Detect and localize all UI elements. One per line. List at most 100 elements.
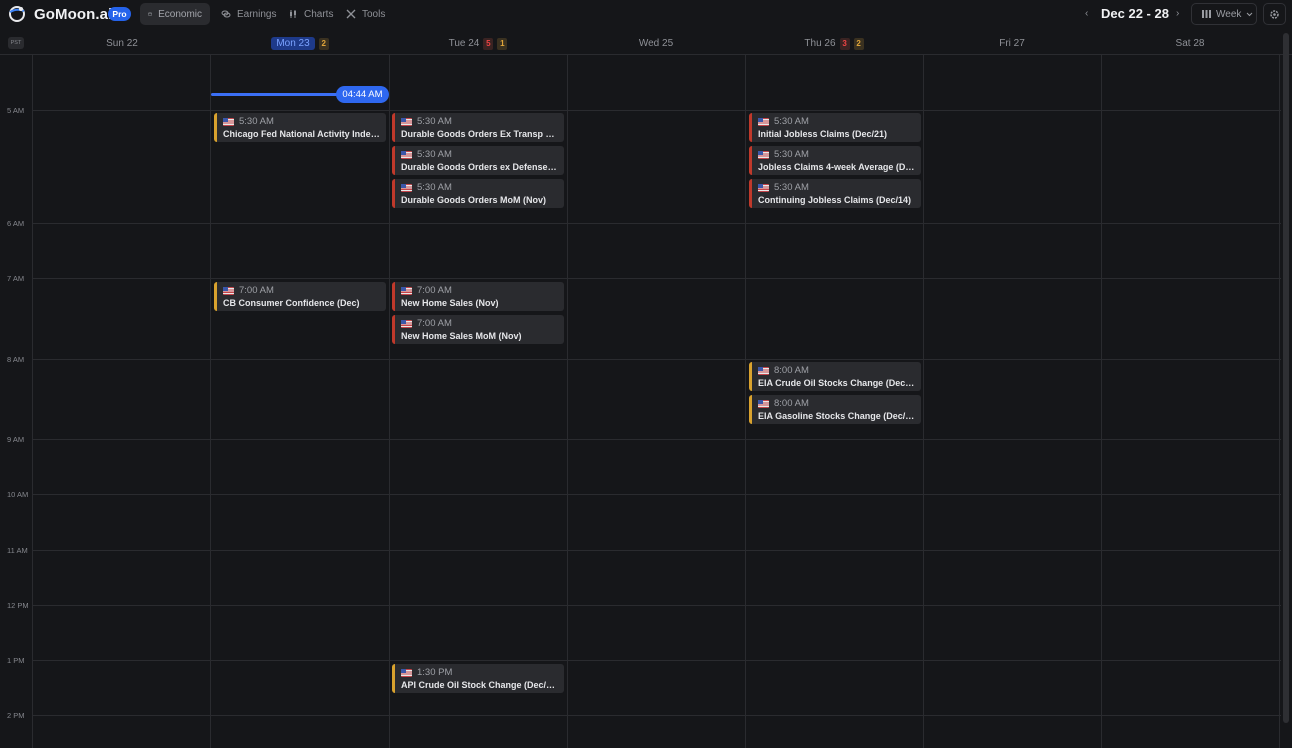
candlestick-icon <box>290 10 296 18</box>
day-header-mon[interactable]: Mon 23 2 <box>211 32 389 55</box>
hour-line <box>33 439 1281 440</box>
gear-icon <box>1270 9 1279 19</box>
event-name: EIA Crude Oil Stocks Change (Dec/20) <box>758 378 916 388</box>
tab-charts[interactable]: Charts <box>280 3 341 25</box>
event-card[interactable]: 5:30 AM Continuing Jobless Claims (Dec/1… <box>749 179 921 208</box>
tab-earnings[interactable]: Earnings <box>213 3 284 25</box>
top-bar: GoMoon.ai Pro Economic Earnings Charts T… <box>0 0 1292 29</box>
grid-line <box>389 55 390 748</box>
event-name: Durable Goods Orders Ex Transp Mo... <box>401 129 559 139</box>
us-flag-icon <box>401 117 412 126</box>
event-name: Durable Goods Orders ex Defense M... <box>401 162 559 172</box>
coins-icon <box>221 10 231 18</box>
event-name: Durable Goods Orders MoM (Nov) <box>401 195 547 205</box>
event-card[interactable]: 5:30 AM Durable Goods Orders Ex Transp M… <box>392 113 564 142</box>
hour-label: 2 PM <box>7 711 25 720</box>
hour-label: 12 PM <box>7 601 29 610</box>
hour-label: 10 AM <box>7 490 29 499</box>
tab-charts-label: Charts <box>304 8 334 20</box>
event-time: 5:30 AM <box>417 182 452 193</box>
hour-label: 7 AM <box>7 274 25 283</box>
hour-label: 5 AM <box>7 106 25 115</box>
hour-label: 11 AM <box>7 546 28 555</box>
prev-week-icon[interactable]: ‹ <box>1085 8 1088 19</box>
timezone-badge[interactable]: PST <box>8 37 24 49</box>
day-label: Tue 24 <box>448 38 480 49</box>
hour-line <box>33 359 1281 360</box>
event-card[interactable]: 1:30 PM API Crude Oil Stock Change (Dec/… <box>392 664 564 693</box>
event-name: Continuing Jobless Claims (Dec/14) <box>758 195 912 205</box>
current-time-line <box>211 93 341 96</box>
day-header-fri[interactable]: Fri 27 <box>923 32 1101 55</box>
event-time: 7:00 AM <box>417 285 452 296</box>
day-label: Thu 26 <box>804 38 836 49</box>
grid-line <box>923 55 924 748</box>
day-header-sat[interactable]: Sat 28 <box>1101 32 1279 55</box>
grid-line <box>1101 55 1102 748</box>
event-time: 8:00 AM <box>774 398 809 409</box>
event-card[interactable]: 7:00 AM New Home Sales (Nov) <box>392 282 564 311</box>
event-time: 5:30 AM <box>774 182 809 193</box>
hour-label: 1 PM <box>7 656 25 665</box>
hour-line <box>33 605 1281 606</box>
event-name: Initial Jobless Claims (Dec/21) <box>758 129 888 139</box>
event-card[interactable]: 5:30 AM Durable Goods Orders MoM (Nov) <box>392 179 564 208</box>
event-time: 7:00 AM <box>239 285 274 296</box>
tab-tools-label: Tools <box>362 8 386 20</box>
moon-logo-icon[interactable] <box>8 5 26 23</box>
us-flag-icon <box>758 366 769 375</box>
event-card[interactable]: 8:00 AM EIA Crude Oil Stocks Change (Dec… <box>749 362 921 391</box>
event-time: 5:30 AM <box>417 116 452 127</box>
us-flag-icon <box>401 286 412 295</box>
hour-line <box>33 110 1281 111</box>
us-flag-icon <box>401 183 412 192</box>
event-time: 1:30 PM <box>417 667 453 678</box>
grid-line <box>567 55 568 748</box>
us-flag-icon <box>758 117 769 126</box>
tab-tools[interactable]: Tools <box>338 3 393 25</box>
event-card[interactable]: 5:30 AM Jobless Claims 4-week Average (D… <box>749 146 921 175</box>
event-name: Chicago Fed National Activity Index ... <box>223 129 381 139</box>
day-header-thu[interactable]: Thu 26 3 2 <box>745 32 923 55</box>
event-card[interactable]: 7:00 AM New Home Sales MoM (Nov) <box>392 315 564 344</box>
calendar-icon <box>148 12 152 16</box>
hour-line <box>33 494 1281 495</box>
event-card[interactable]: 5:30 AM Chicago Fed National Activity In… <box>214 113 386 142</box>
next-week-icon[interactable]: › <box>1176 8 1179 19</box>
pro-badge: Pro <box>108 7 131 21</box>
day-label: Sun 22 <box>106 38 138 49</box>
hour-line <box>33 660 1281 661</box>
grid-line <box>210 55 211 748</box>
event-card[interactable]: 5:30 AM Durable Goods Orders ex Defense … <box>392 146 564 175</box>
hour-label: 6 AM <box>7 219 25 228</box>
event-card[interactable]: 8:00 AM EIA Gasoline Stocks Change (Dec/… <box>749 395 921 424</box>
us-flag-icon <box>401 150 412 159</box>
high-impact-count: 3 <box>839 37 850 50</box>
event-name: Jobless Claims 4-week Average (De... <box>758 162 916 172</box>
tools-icon <box>346 9 356 19</box>
event-card[interactable]: 7:00 AM CB Consumer Confidence (Dec) <box>214 282 386 311</box>
date-range: Dec 22 - 28 <box>1101 6 1169 21</box>
settings-button[interactable] <box>1263 3 1286 25</box>
hour-line <box>33 550 1281 551</box>
day-label-today: Mon 23 <box>271 37 315 50</box>
day-header-sun[interactable]: Sun 22 <box>33 32 211 55</box>
brand-name[interactable]: GoMoon.ai <box>34 6 112 23</box>
grid-line <box>745 55 746 748</box>
event-time: 5:30 AM <box>774 149 809 160</box>
event-name: New Home Sales (Nov) <box>401 298 499 308</box>
day-header-wed[interactable]: Wed 25 <box>567 32 745 55</box>
grid-line <box>32 55 33 748</box>
high-impact-count: 5 <box>483 37 494 50</box>
day-header-tue[interactable]: Tue 24 5 1 <box>389 32 567 55</box>
vertical-scrollbar[interactable] <box>1283 33 1289 723</box>
us-flag-icon <box>758 150 769 159</box>
day-label: Wed 25 <box>638 38 674 49</box>
tab-economic[interactable]: Economic <box>140 3 210 25</box>
event-card[interactable]: 5:30 AM Initial Jobless Claims (Dec/21) <box>749 113 921 142</box>
current-time-badge: 04:44 AM <box>336 86 389 103</box>
hour-line <box>33 223 1281 224</box>
event-name: API Crude Oil Stock Change (Dec/20) <box>401 680 559 690</box>
us-flag-icon <box>223 286 234 295</box>
view-selector[interactable]: Week <box>1191 3 1257 25</box>
